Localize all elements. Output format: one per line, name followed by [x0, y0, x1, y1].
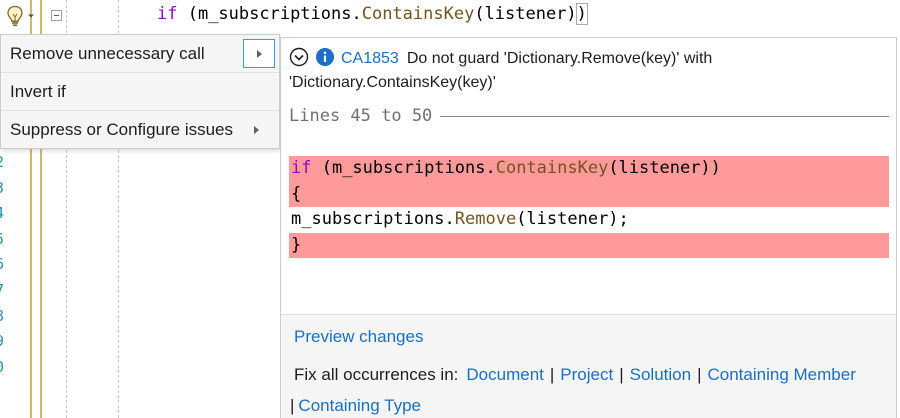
code-method: Remove [454, 209, 517, 229]
diff-line-removed: { [289, 181, 889, 207]
menu-item-label: Invert if [10, 81, 66, 101]
separator: | [290, 396, 295, 415]
collapse-toggle[interactable] [51, 10, 62, 21]
dropdown-arrow-icon [28, 14, 34, 18]
preview-footer: Preview changes Fix all occurrences in: D… [281, 314, 896, 418]
diff-preview: if (m_subscriptions.ContainsKey(listener… [289, 156, 889, 258]
brace-match: ) [575, 3, 588, 25]
preview-changes-link[interactable]: Preview changes [294, 327, 423, 347]
diff-line: m_subscriptions.Remove(listener); [289, 207, 889, 233]
line-number: 6 [0, 252, 6, 278]
code-text: (listener); [516, 209, 629, 229]
code-keyword: if [157, 4, 178, 24]
line-number: 5 [0, 227, 6, 253]
scope-link-containing-type[interactable]: Containing Type [298, 396, 421, 415]
code-keyword: if [291, 158, 312, 178]
scope-link-containing-member[interactable]: Containing Member [708, 365, 856, 384]
menu-item-label: Remove unnecessary call [10, 43, 205, 63]
menu-item-label: Suppress or Configure issues [10, 120, 234, 139]
code-text: } [291, 234, 302, 255]
info-icon [316, 48, 334, 66]
code-text: (listener) [474, 4, 577, 24]
menu-item-suppress-configure[interactable]: Suppress or Configure issues [1, 111, 279, 149]
chevron-right-icon [254, 126, 259, 134]
separator: | [619, 365, 624, 384]
fix-all-label: Fix all occurrences in: [294, 365, 459, 384]
line-number: 0 [0, 355, 6, 381]
code-method: ContainsKey [361, 4, 475, 24]
lines-range-heading: Lines 45 to 50 [289, 106, 889, 126]
diagnostic-header: CA1853 Do not guard 'Dictionary.Remove(ke… [289, 47, 889, 95]
chevron-right-icon [256, 49, 262, 58]
line-number: 7 [0, 278, 6, 304]
chevron-down-icon[interactable] [289, 47, 309, 67]
current-code-line[interactable]: if (m_subscriptions.ContainsKey(listener… [157, 3, 588, 25]
quick-actions-menu: Remove unnecessary call Invert if Suppre… [0, 34, 280, 149]
quick-actions-button[interactable] [2, 3, 46, 29]
separator: | [549, 365, 555, 384]
scope-link-solution[interactable]: Solution [630, 365, 691, 384]
line-number: 3 [0, 176, 6, 202]
code-text: (listener)) [608, 158, 721, 178]
diff-line-removed: if (m_subscriptions.ContainsKey(listener… [289, 156, 889, 182]
preview-pane: CA1853 Do not guard 'Dictionary.Remove(ke… [280, 37, 897, 418]
menu-item-remove-unnecessary-call[interactable]: Remove unnecessary call [1, 35, 279, 73]
lines-range-label: Lines 45 to 50 [289, 106, 433, 126]
code-method: ContainsKey [495, 158, 609, 178]
scope-link-document[interactable]: Document [466, 365, 543, 384]
line-number-gutter: 2 3 4 5 6 7 8 9 0 [0, 150, 6, 380]
lightbulb-icon [7, 5, 23, 26]
code-text: (m_subscriptions. [311, 158, 496, 178]
separator: | [697, 365, 702, 384]
diagnostic-code-link[interactable]: CA1853 [341, 50, 399, 67]
fix-all-occurrences: Fix all occurrences in: Document | Project |… [290, 359, 890, 418]
scope-link-project[interactable]: Project [560, 365, 613, 384]
line-number: 2 [0, 150, 6, 176]
line-number: 9 [0, 329, 6, 355]
submenu-arrow-button[interactable] [243, 39, 275, 68]
diff-line-removed: } [289, 232, 889, 258]
line-number: 8 [0, 304, 6, 330]
code-text: m_subscriptions. [291, 209, 455, 229]
divider [440, 115, 889, 117]
code-text: (m_subscriptions. [177, 4, 362, 24]
code-text: { [291, 183, 302, 204]
line-number: 4 [0, 201, 6, 227]
menu-item-invert-if[interactable]: Invert if [1, 73, 279, 111]
